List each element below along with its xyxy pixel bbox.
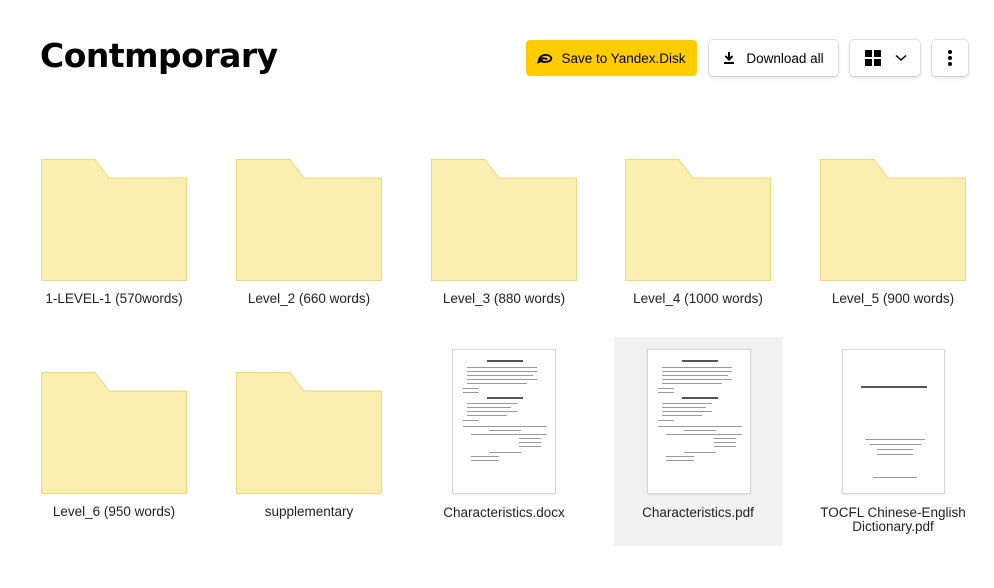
public-folder-page: Contmporary Save to Yandex.Disk Download… [0, 0, 994, 588]
folder-item[interactable]: Level_4 (1000 words) [613, 159, 783, 319]
folder-item[interactable]: 1-LEVEL-1 (570words) [29, 159, 199, 319]
folder-item[interactable]: supplementary [224, 372, 394, 532]
folder-name: Level_2 (660 words) [247, 291, 371, 306]
folder-icon [820, 159, 966, 281]
file-name: Characteristics.pdf [642, 505, 754, 520]
download-all-button[interactable]: Download all [709, 40, 838, 76]
view-mode-button[interactable] [850, 40, 920, 76]
more-options-button[interactable] [932, 40, 968, 76]
folder-name: 1-LEVEL-1 (570words) [45, 291, 183, 306]
chevron-down-icon [895, 54, 907, 62]
toolbar: Save to Yandex.Disk Download all [0, 40, 994, 76]
folder-icon [625, 159, 771, 281]
more-vertical-icon [948, 50, 952, 66]
download-button-label: Download all [746, 50, 824, 66]
folder-name: Level_3 (880 words) [442, 291, 566, 306]
folder-item[interactable]: Level_5 (900 words) [808, 159, 978, 319]
folder-item[interactable]: Level_3 (880 words) [419, 159, 589, 319]
folder-icon [236, 372, 382, 494]
folder-item[interactable]: Level_2 (660 words) [224, 159, 394, 319]
file-item-selected[interactable]: Characteristics.pdf [613, 348, 783, 538]
folder-name: Level_6 (950 words) [52, 504, 176, 519]
file-name: Characteristics.docx [443, 505, 565, 520]
download-icon [723, 51, 737, 65]
file-name-line-1: TOCFL Chinese-English [820, 505, 966, 520]
folder-name: Level_5 (900 words) [831, 291, 955, 306]
grid-view-icon [865, 50, 881, 66]
yandex-disk-icon [537, 51, 553, 65]
document-thumbnail [842, 349, 945, 494]
folder-icon [41, 372, 187, 494]
file-name-line-2: Dictionary.pdf [852, 519, 934, 534]
folder-icon [431, 159, 577, 281]
folder-icon [236, 159, 382, 281]
document-thumbnail [647, 349, 751, 494]
document-thumbnail [452, 349, 556, 494]
folder-icon [41, 159, 187, 281]
save-button-label: Save to Yandex.Disk [561, 50, 686, 66]
file-name: TOCFL Chinese-English Dictionary.pdf [808, 506, 978, 534]
file-item[interactable]: Characteristics.docx [419, 348, 589, 538]
folder-item[interactable]: Level_6 (950 words) [29, 372, 199, 532]
folder-name: Level_4 (1000 words) [633, 291, 763, 306]
save-to-disk-button[interactable]: Save to Yandex.Disk [526, 40, 697, 76]
file-item[interactable]: TOCFL Chinese-English Dictionary.pdf [808, 348, 978, 538]
folder-name: supplementary [264, 504, 354, 519]
